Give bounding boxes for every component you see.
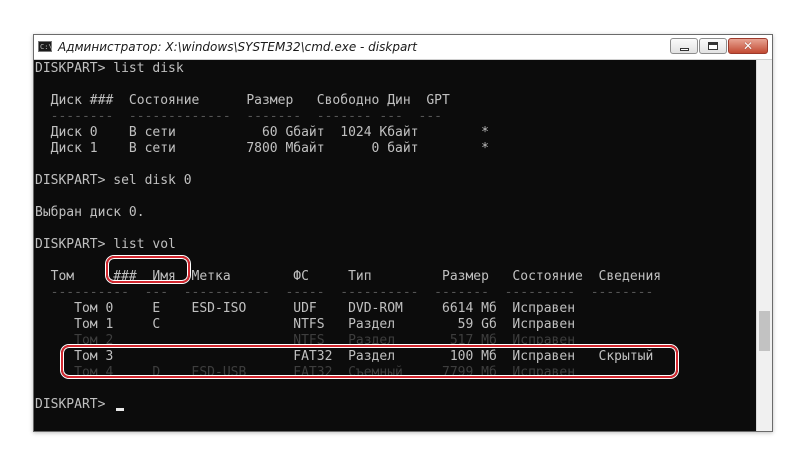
console-line: Диск ### Состояние Размер Свободно Дин G… <box>35 93 450 108</box>
maximize-button[interactable] <box>699 38 727 54</box>
cmd-window: C:\ Администратор: X:\windows\SYSTEM32\c… <box>33 34 773 432</box>
vertical-scrollbar[interactable] <box>756 60 772 431</box>
highlight-list-vol-command <box>106 256 190 283</box>
maximize-icon <box>708 42 718 50</box>
console-line: Том 1 C NTFS Раздел 59 Gб Исправен <box>35 317 576 332</box>
console-line: Диск 1 В сети 7800 Mбайт 0 байт * <box>35 141 489 156</box>
close-icon: ✕ <box>742 39 754 53</box>
close-button[interactable]: ✕ <box>728 38 768 54</box>
console-line: DISKPART> list disk <box>35 61 184 76</box>
cmd-icon: C:\ <box>38 41 53 52</box>
minimize-button[interactable] <box>670 38 698 54</box>
console-line: Том 0 E ESD-ISO UDF DVD-ROM 6614 Мб Испр… <box>35 301 576 316</box>
minimize-icon <box>679 47 689 51</box>
console-line: ---------- --- ----------- ----- -------… <box>35 285 654 300</box>
console-line: DISKPART> list vol <box>35 237 176 252</box>
title-bar[interactable]: C:\ Администратор: X:\windows\SYSTEM32\c… <box>34 35 772 60</box>
scrollbar-thumb[interactable] <box>759 311 770 351</box>
console-line: Выбран диск 0. <box>35 205 145 220</box>
console-line: -------- ------------- ------- ------- -… <box>35 109 442 124</box>
window-title: Администратор: X:\windows\SYSTEM32\cmd.e… <box>58 40 417 54</box>
console-output[interactable]: DISKPART> list disk Диск ### Состояние Р… <box>34 60 756 431</box>
console-prompt: DISKPART> <box>35 397 114 412</box>
console-line: Диск 0 В сети 60 Gбайт 1024 Кбайт * <box>35 125 489 140</box>
text-cursor <box>116 408 124 411</box>
console-line: DISKPART> sel disk 0 <box>35 173 192 188</box>
highlight-volume-3-row <box>61 345 678 378</box>
